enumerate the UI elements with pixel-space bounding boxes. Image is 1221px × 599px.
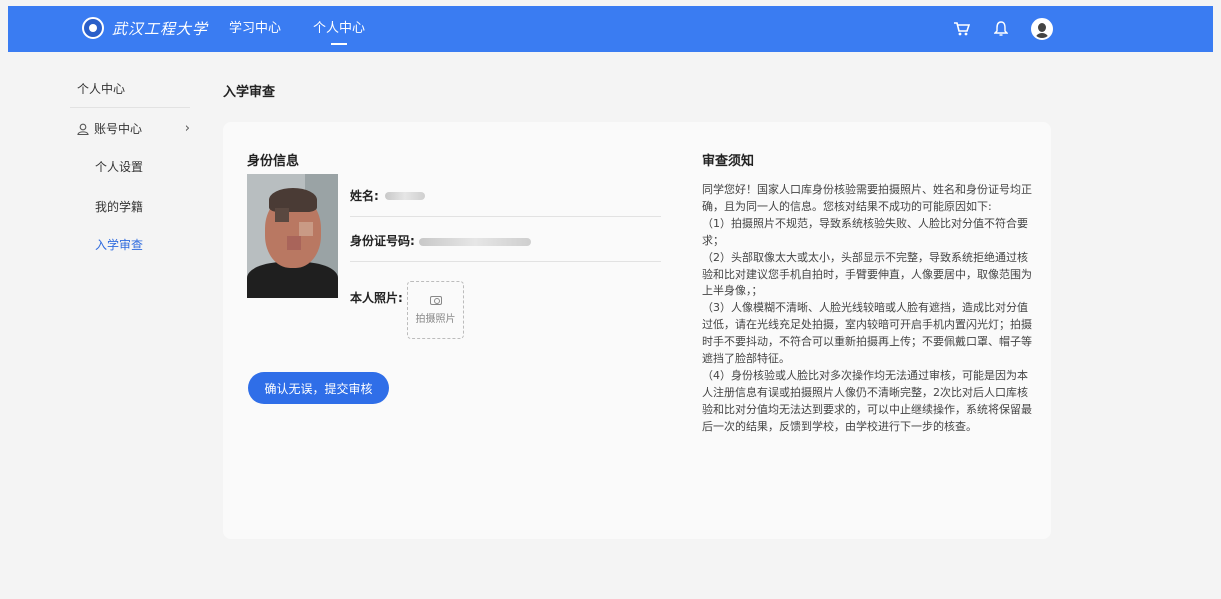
id-number-label: 身份证号码: (350, 234, 415, 248)
university-name: 武汉工程大学 (112, 19, 209, 38)
id-number-divider (350, 261, 661, 262)
notice-paragraph: 同学您好！国家人口库身份核验需要拍摄照片、姓名和身份证号均正确，且为同一人的信息… (702, 183, 1032, 213)
nav-learning-center[interactable]: 学习中心 (229, 6, 281, 52)
notice-paragraph: （3）人像模糊不清晰、人脸光线较暗或人脸有遮挡，造成比对分值过低，请在光线充足处… (702, 301, 1032, 366)
page-title: 入学审查 (223, 85, 276, 100)
notice-paragraph: （2）头部取像太大或太小，头部显示不完整，导致系统拒绝通过核验和比对建议您手机自… (702, 250, 1032, 298)
confirm-submit-button[interactable]: 确认无误，提交审核 (248, 372, 389, 404)
sidebar-group-account-center[interactable]: 账号中心 › (77, 120, 190, 137)
sidebar-item-personal-settings[interactable]: 个人设置 (95, 158, 143, 175)
notice-title: 审查须知 (702, 154, 755, 169)
bell-icon[interactable] (991, 19, 1011, 39)
user-outline-icon (77, 123, 89, 135)
sidebar-group-label: 账号中心 (94, 122, 143, 136)
identity-section-title: 身份信息 (247, 154, 300, 169)
student-photo (247, 174, 338, 298)
chevron-right-icon: › (184, 121, 190, 136)
sidebar-title[interactable]: 个人中心 (77, 80, 125, 97)
sidebar-item-my-enrollment[interactable]: 我的学籍 (95, 198, 143, 215)
id-number-value-redacted (419, 238, 531, 246)
university-logo[interactable]: 武汉工程大学 (82, 17, 208, 39)
name-label: 姓名: (350, 189, 379, 203)
review-card: 身份信息 姓名: 身份证号码: 本人照片: 拍摄照片 确认无误，提交审核 审查须… (223, 122, 1051, 539)
take-photo-label: 拍摄照片 (415, 313, 456, 325)
top-navigation-bar: 武汉工程大学 学习中心 个人中心 (8, 6, 1213, 52)
name-divider (350, 216, 661, 217)
notice-paragraph: （4）身份核验或人脸比对多次操作均无法通过审核，可能是因为本人注册信息有误或拍摄… (702, 368, 1032, 433)
university-emblem-icon (82, 17, 104, 39)
take-photo-button[interactable]: 拍摄照片 (407, 281, 464, 339)
user-avatar[interactable] (1031, 18, 1053, 40)
notice-paragraph: （1）拍摄照片不规范，导致系统核验失败、人脸比对分值不符合要求； (702, 216, 1028, 247)
cart-icon[interactable] (952, 19, 972, 39)
sidebar-item-admission-review[interactable]: 入学审查 (95, 236, 143, 253)
sidebar-divider (70, 107, 190, 108)
name-value-redacted (385, 192, 425, 200)
nav-personal-center[interactable]: 个人中心 (313, 6, 365, 52)
photo-label: 本人照片: (350, 291, 403, 305)
camera-icon (429, 295, 442, 305)
notice-text: 同学您好！国家人口库身份核验需要拍摄照片、姓名和身份证号均正确，且为同一人的信息… (702, 182, 1036, 436)
